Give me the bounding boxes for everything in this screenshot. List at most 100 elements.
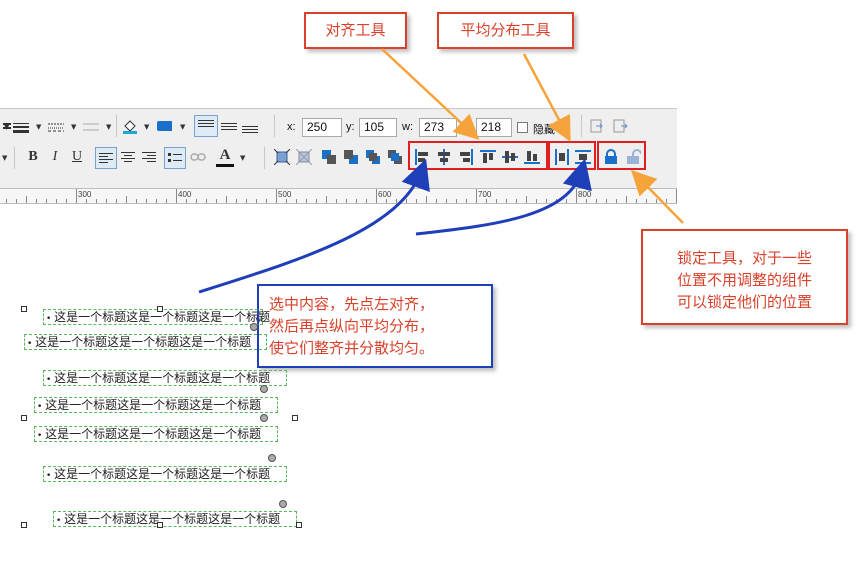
text-align-middle-icon[interactable] xyxy=(220,117,238,135)
chevron-down-icon[interactable]: ▼ xyxy=(36,123,41,131)
bring-forward-icon[interactable] xyxy=(320,148,338,166)
ruler-tick xyxy=(476,189,477,203)
rotate-handle[interactable] xyxy=(260,385,268,393)
chevron-down-icon[interactable]: ▼ xyxy=(180,123,185,131)
ruler-tick xyxy=(626,196,627,203)
send-backward-icon[interactable] xyxy=(342,148,360,166)
w-label: w: xyxy=(402,121,413,133)
ruler-label: 800 xyxy=(578,190,592,199)
resize-handle[interactable] xyxy=(21,306,27,312)
canvas-text-item[interactable]: • 这是一个标题这是一个标题这是一个标题 xyxy=(34,426,278,442)
ruler-tick xyxy=(416,199,417,203)
chevron-down-icon[interactable]: ▼ xyxy=(240,154,245,162)
ruler-tick xyxy=(516,199,517,203)
w-field[interactable]: 273 xyxy=(419,118,457,137)
ruler-tick xyxy=(216,199,217,203)
canvas-text-item-label: 这是一个标题这是一个标题这是一个标题 xyxy=(54,371,271,385)
bullet-icon: • xyxy=(46,314,55,324)
ruler-tick xyxy=(326,196,327,203)
ungroup-icon[interactable] xyxy=(611,117,629,135)
chevron-down-icon[interactable]: ▼ xyxy=(106,123,111,131)
ruler-tick xyxy=(616,199,617,203)
rotate-handle[interactable] xyxy=(250,323,258,331)
canvas-text-item[interactable]: • 这是一个标题这是一个标题这是一个标题 xyxy=(24,334,267,350)
hidden-checkbox[interactable] xyxy=(517,122,528,133)
ruler-tick xyxy=(366,199,367,203)
italic-button[interactable]: I xyxy=(46,148,64,166)
ruler-tick xyxy=(116,199,117,203)
ruler-tick xyxy=(396,199,397,203)
canvas[interactable]: • 这是一个标题这是一个标题这是一个标题 • 这是一个标题这是一个标题这是一个标题… xyxy=(0,204,857,570)
align-text-center-icon[interactable] xyxy=(119,148,137,166)
canvas-text-item[interactable]: • 这是一个标题这是一个标题这是一个标题 xyxy=(43,309,270,325)
ruler-tick xyxy=(506,199,507,203)
ruler-label: 700 xyxy=(478,190,492,199)
align-text-left-icon[interactable] xyxy=(95,147,117,169)
ruler-tick xyxy=(16,199,17,203)
fit-to-content-icon[interactable] xyxy=(273,148,291,166)
canvas-text-item[interactable]: • 这是一个标题这是一个标题这是一个标题 xyxy=(43,466,287,482)
ruler-tick xyxy=(606,199,607,203)
ruler-tick xyxy=(146,199,147,203)
ruler-label: 500 xyxy=(278,190,292,199)
resize-handle[interactable] xyxy=(292,415,298,421)
dash-style-icon[interactable] xyxy=(47,118,65,136)
chevron-down-icon[interactable]: ▼ xyxy=(71,123,76,131)
resize-handle[interactable] xyxy=(157,522,163,528)
canvas-text-item[interactable]: • 这是一个标题这是一个标题这是一个标题 xyxy=(53,511,297,527)
fill-color-icon[interactable] xyxy=(121,117,139,135)
align-text-right-icon[interactable] xyxy=(140,148,158,166)
ruler-tick xyxy=(56,199,57,203)
rotate-handle[interactable] xyxy=(268,454,276,462)
canvas-text-item[interactable]: • 这是一个标题这是一个标题这是一个标题 xyxy=(43,370,287,386)
group-icon[interactable] xyxy=(588,117,606,135)
ruler-tick xyxy=(246,199,247,203)
ruler-tick xyxy=(306,199,307,203)
bullet-list-icon[interactable] xyxy=(164,147,186,169)
ruler-label: 400 xyxy=(178,190,192,199)
border-color-icon[interactable] xyxy=(155,117,173,135)
chevron-down-icon[interactable]: ▼ xyxy=(4,123,9,131)
y-label: y: xyxy=(346,121,355,133)
rotate-handle[interactable] xyxy=(279,500,287,508)
arrow-style-icon[interactable] xyxy=(82,118,100,136)
align-tool-callout: 对齐工具 xyxy=(304,12,407,49)
x-field[interactable]: 250 xyxy=(302,118,342,137)
ruler-tick xyxy=(376,189,377,203)
bold-button[interactable]: B xyxy=(24,148,42,166)
send-to-back-icon[interactable] xyxy=(386,148,404,166)
resize-handle[interactable] xyxy=(296,522,302,528)
underline-button[interactable]: U xyxy=(68,148,86,166)
canvas-text-item[interactable]: • 这是一个标题这是一个标题这是一个标题 xyxy=(34,397,278,413)
ruler-tick xyxy=(436,199,437,203)
text-align-bottom-icon[interactable] xyxy=(241,117,259,135)
toolbar-row-1: ▼ ▼ ▼ ▼ ▼ ▼ x: 250 y: 105 w: 273 h: 218 … xyxy=(0,109,677,144)
resize-handle[interactable] xyxy=(21,522,27,528)
horizontal-ruler: 300 400 500 600 700 800 xyxy=(0,188,677,204)
h-field[interactable]: 218 xyxy=(476,118,512,137)
ruler-tick xyxy=(76,189,77,203)
line-weight-icon[interactable] xyxy=(12,118,30,136)
font-color-button[interactable]: A xyxy=(216,146,234,164)
h-label: h: xyxy=(460,121,470,133)
ruler-tick xyxy=(556,199,557,203)
resize-handle[interactable] xyxy=(157,306,163,312)
y-field[interactable]: 105 xyxy=(359,118,397,137)
ruler-tick xyxy=(46,199,47,203)
canvas-text-item-label: 这是一个标题这是一个标题这是一个标题 xyxy=(64,512,281,526)
resize-handle[interactable] xyxy=(21,415,27,421)
ruler-tick xyxy=(66,199,67,203)
chevron-down-icon[interactable]: ▼ xyxy=(144,123,149,131)
bring-to-front-icon[interactable] xyxy=(364,148,382,166)
link-icon[interactable] xyxy=(189,148,207,166)
ruler-tick xyxy=(676,189,677,203)
rotate-handle[interactable] xyxy=(260,414,268,422)
chevron-down-icon[interactable]: ▼ xyxy=(2,154,7,162)
ruler-tick xyxy=(646,199,647,203)
ruler-tick xyxy=(486,199,487,203)
fit-to-page-icon[interactable] xyxy=(295,148,313,166)
ruler-tick xyxy=(96,199,97,203)
text-align-top-icon[interactable] xyxy=(194,115,218,137)
ruler-tick xyxy=(666,199,667,203)
ruler-tick xyxy=(6,199,7,203)
